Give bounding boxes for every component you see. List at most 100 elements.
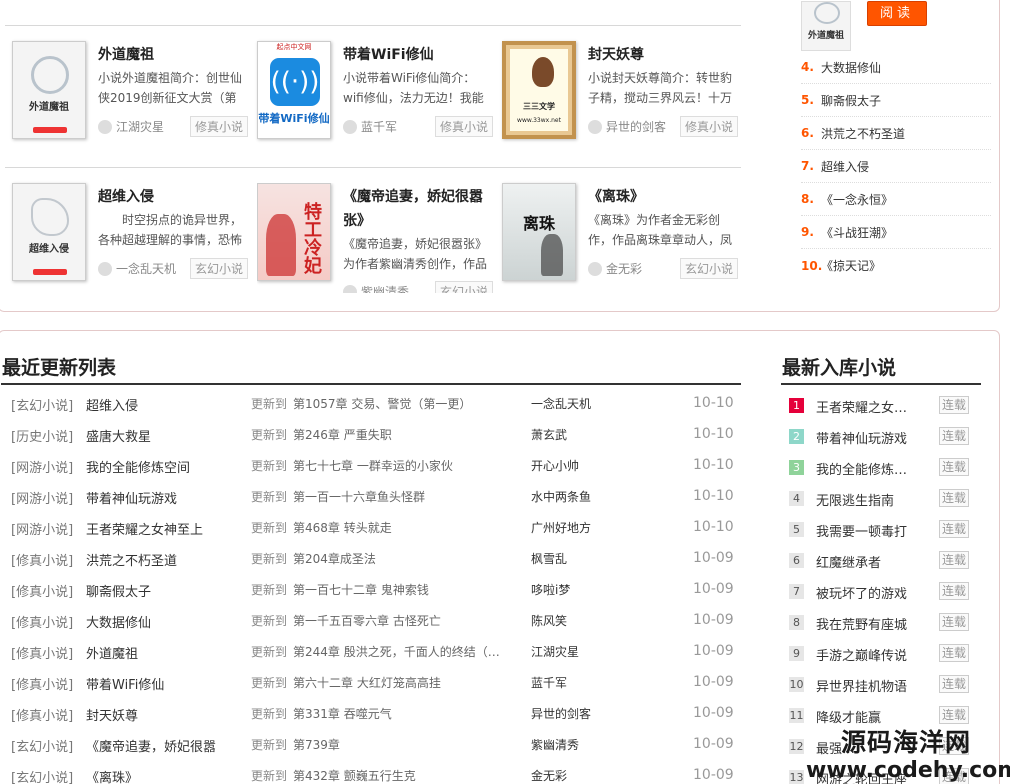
- update-book-name[interactable]: 我的全能修炼空间: [86, 457, 190, 476]
- update-chapter[interactable]: 第一百一十六章鱼头怪群: [293, 488, 425, 505]
- update-chapter[interactable]: 第204章成圣法: [293, 550, 376, 567]
- book-author[interactable]: 金无彩: [588, 260, 642, 277]
- update-category[interactable]: [修真小说]: [11, 581, 73, 600]
- update-book-name[interactable]: 带着WiFi修仙: [86, 674, 164, 693]
- rank-item[interactable]: 4. 大数据修仙: [801, 51, 991, 84]
- new-book-name[interactable]: 异世界挂机物语: [816, 676, 907, 695]
- update-book-name[interactable]: 王者荣耀之女神至上: [86, 519, 203, 538]
- update-category[interactable]: [玄幻小说]: [11, 395, 73, 414]
- book-cover[interactable]: 离珠: [502, 183, 576, 281]
- rank-top-cover[interactable]: 外道魔祖: [801, 1, 851, 51]
- update-book-name[interactable]: 《离珠》: [86, 767, 138, 784]
- book-cover[interactable]: 超维入侵: [12, 183, 86, 281]
- update-chapter[interactable]: 第468章 转头就走: [293, 519, 392, 536]
- update-book-name[interactable]: 超维入侵: [86, 395, 138, 414]
- book-card[interactable]: 超维入侵 超维入侵 时空拐点的诡异世界，各种超越理解的事情，恐怖 一念乱天机 玄…: [12, 183, 248, 289]
- update-book-name[interactable]: 洪荒之不朽圣道: [86, 550, 177, 569]
- update-book-name[interactable]: 聊斋假太子: [86, 581, 151, 600]
- update-author[interactable]: 蓝千军: [531, 674, 567, 691]
- update-chapter[interactable]: 第一百七十二章 鬼神索钱: [293, 581, 429, 598]
- new-book-name[interactable]: 我需要一顿毒打: [816, 521, 907, 540]
- new-book-name[interactable]: 红魔继承者: [816, 552, 881, 571]
- book-author[interactable]: 江湖灾星: [98, 118, 164, 135]
- update-author[interactable]: 紫幽清秀: [531, 736, 579, 753]
- book-card[interactable]: 离珠 《离珠》 《离珠》为作者金无彩创作，作品离珠章章动人，凤 金无彩 玄幻小说: [502, 183, 738, 289]
- new-book-name[interactable]: 我在荒野有座城: [816, 614, 907, 633]
- update-chapter[interactable]: 第244章 殷洪之死，千面人的终结（…: [293, 643, 500, 660]
- new-book-name[interactable]: 带着神仙玩游戏: [816, 428, 907, 447]
- update-category[interactable]: [修真小说]: [11, 550, 73, 569]
- book-card[interactable]: 三三文学 www.33wx.net 封天妖尊 小说封天妖尊简介：转世豹子精，搅动…: [502, 41, 738, 147]
- update-category[interactable]: [历史小说]: [11, 426, 73, 445]
- book-card[interactable]: 起点中文网 ((·)) 带着WiFi修仙 带着WiFi修仙 小说带着WiFi修仙…: [257, 41, 493, 147]
- update-chapter[interactable]: 第一千五百零六章 古怪死亡: [293, 612, 441, 629]
- update-category[interactable]: [网游小说]: [11, 457, 73, 476]
- category-tag[interactable]: 玄幻小说: [434, 281, 493, 293]
- update-author[interactable]: 开心小帅: [531, 457, 579, 474]
- update-chapter[interactable]: 第六十二章 大红灯笼高高挂: [293, 674, 441, 691]
- book-author[interactable]: 一念乱天机: [98, 260, 176, 277]
- update-author[interactable]: 金无彩: [531, 767, 567, 784]
- book-cover[interactable]: 三三文学 www.33wx.net: [502, 41, 576, 139]
- update-book-name[interactable]: 带着神仙玩游戏: [86, 488, 177, 507]
- read-button[interactable]: 阅读: [867, 1, 927, 26]
- book-title[interactable]: 带着WiFi修仙: [343, 43, 491, 67]
- update-author[interactable]: 枫雪乱: [531, 550, 567, 567]
- update-category[interactable]: [网游小说]: [11, 488, 73, 507]
- book-card[interactable]: 特工冷妃 《魔帝追妻，娇妃很嚣张》 《魔帝追妻，娇妃很嚣张》为作者紫幽清秀创作，…: [257, 183, 493, 293]
- update-chapter[interactable]: 第331章 吞噬元气: [293, 705, 392, 722]
- rank-item[interactable]: 6. 洪荒之不朽圣道: [801, 117, 991, 150]
- update-book-name[interactable]: 《魔帝追妻，娇妃很嚣: [86, 736, 216, 755]
- book-author[interactable]: 异世的剑客: [588, 118, 666, 135]
- update-author[interactable]: 哆啦i梦: [531, 581, 570, 598]
- update-author[interactable]: 萧玄武: [531, 426, 567, 443]
- new-book-name[interactable]: 手游之巅峰传说: [816, 645, 907, 664]
- category-tag[interactable]: 修真小说: [434, 116, 493, 137]
- book-title[interactable]: 《离珠》: [588, 185, 736, 209]
- book-title[interactable]: 封天妖尊: [588, 43, 736, 67]
- update-book-name[interactable]: 外道魔祖: [86, 643, 138, 662]
- book-title[interactable]: 外道魔祖: [98, 43, 246, 67]
- update-author[interactable]: 江湖灾星: [531, 643, 579, 660]
- update-category[interactable]: [修真小说]: [11, 612, 73, 631]
- update-author[interactable]: 一念乱天机: [531, 395, 591, 412]
- rank-item[interactable]: 10. 《掠天记》: [801, 249, 991, 282]
- new-book-name[interactable]: 降级才能赢: [816, 707, 881, 726]
- update-chapter[interactable]: 第432章 颤巍五行生克: [293, 767, 416, 784]
- update-author[interactable]: 异世的剑客: [531, 705, 591, 722]
- update-author[interactable]: 广州好地方: [531, 519, 591, 536]
- update-book-name[interactable]: 封天妖尊: [86, 705, 138, 724]
- update-chapter[interactable]: 第1057章 交易、警觉（第一更）: [293, 395, 471, 412]
- update-author[interactable]: 水中两条鱼: [531, 488, 591, 505]
- update-category[interactable]: [玄幻小说]: [11, 767, 73, 784]
- update-category[interactable]: [修真小说]: [11, 705, 73, 724]
- new-book-name[interactable]: 被玩坏了的游戏: [816, 583, 907, 602]
- book-title[interactable]: 《魔帝追妻，娇妃很嚣张》: [343, 185, 491, 233]
- update-chapter[interactable]: 第246章 严重失职: [293, 426, 392, 443]
- book-card[interactable]: 外道魔祖 外道魔祖 小说外道魔祖简介：创世仙侠2019创新征文大赏（第二 江湖灾…: [12, 41, 248, 147]
- category-tag[interactable]: 修真小说: [189, 116, 248, 137]
- new-book-name[interactable]: 我的全能修炼…: [816, 459, 907, 478]
- update-book-name[interactable]: 大数据修仙: [86, 612, 151, 631]
- rank-item[interactable]: 8. 《一念永恒》: [801, 183, 991, 216]
- new-book-name[interactable]: 无限逃生指南: [816, 490, 894, 509]
- update-category[interactable]: [修真小说]: [11, 674, 73, 693]
- update-author[interactable]: 陈风笑: [531, 612, 567, 629]
- rank-item[interactable]: 7. 超维入侵: [801, 150, 991, 183]
- category-tag[interactable]: 玄幻小说: [679, 258, 738, 279]
- rank-item[interactable]: 5. 聊斋假太子: [801, 84, 991, 117]
- book-author[interactable]: 紫幽清秀: [343, 283, 409, 293]
- update-chapter[interactable]: 第七十七章 一群幸运的小家伙: [293, 457, 453, 474]
- book-title[interactable]: 超维入侵: [98, 185, 246, 209]
- book-cover[interactable]: 外道魔祖: [12, 41, 86, 139]
- update-category[interactable]: [玄幻小说]: [11, 736, 73, 755]
- update-book-name[interactable]: 盛唐大救星: [86, 426, 151, 445]
- update-chapter[interactable]: 第739章: [293, 736, 340, 753]
- rank-item[interactable]: 9. 《斗战狂潮》: [801, 216, 991, 249]
- update-category[interactable]: [修真小说]: [11, 643, 73, 662]
- category-tag[interactable]: 玄幻小说: [189, 258, 248, 279]
- book-cover[interactable]: 起点中文网 ((·)) 带着WiFi修仙: [257, 41, 331, 139]
- book-cover[interactable]: 特工冷妃: [257, 183, 331, 281]
- update-category[interactable]: [网游小说]: [11, 519, 73, 538]
- category-tag[interactable]: 修真小说: [679, 116, 738, 137]
